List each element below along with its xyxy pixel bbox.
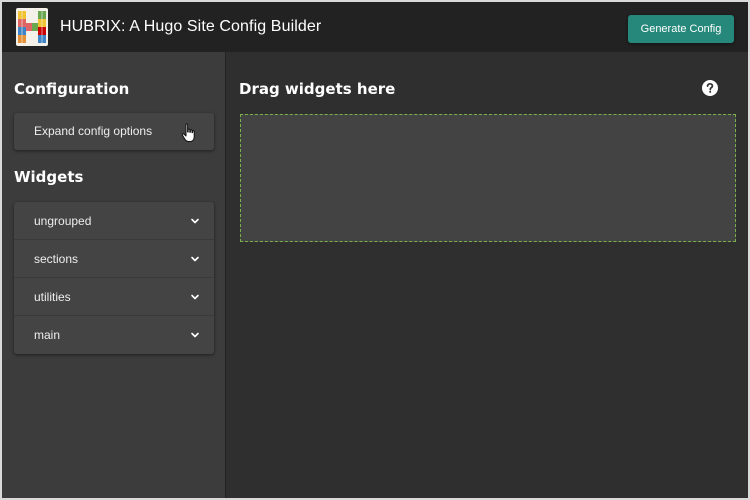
help-circle-icon[interactable]: [702, 80, 718, 96]
lego-brick-h-logo-icon: [18, 11, 46, 43]
widget-group-ungrouped[interactable]: ungrouped: [14, 202, 214, 240]
generate-config-button[interactable]: Generate Config: [628, 15, 734, 43]
chevron-down-icon: [191, 218, 199, 224]
widget-group-label: main: [34, 328, 61, 342]
chevron-down-icon: [191, 256, 199, 262]
app-window: HUBRIX: A Hugo Site Config Builder Gener…: [2, 2, 748, 498]
widget-group-main[interactable]: main: [14, 316, 214, 354]
widget-group-label: utilities: [34, 290, 71, 304]
expand-config-options-label: Expand config options: [34, 124, 153, 138]
chevron-down-icon: [191, 294, 199, 300]
sidebar: Configuration Expand config options Widg…: [2, 52, 226, 498]
widget-groups-accordion: ungrouped sections utilities main: [14, 202, 214, 354]
hubrix-logo: [16, 8, 48, 46]
widget-group-sections[interactable]: sections: [14, 240, 214, 278]
widget-group-utilities[interactable]: utilities: [14, 278, 214, 316]
widget-drop-zone[interactable]: [240, 114, 736, 242]
drag-widgets-heading: Drag widgets here: [239, 80, 396, 98]
widget-group-label: sections: [34, 252, 79, 266]
expand-config-options-button[interactable]: Expand config options: [14, 113, 214, 150]
widgets-heading: Widgets: [14, 168, 84, 186]
app-title: HUBRIX: A Hugo Site Config Builder: [60, 18, 322, 35]
main-panel: Drag widgets here: [226, 52, 748, 498]
widget-group-label: ungrouped: [34, 214, 92, 228]
top-bar: HUBRIX: A Hugo Site Config Builder Gener…: [2, 2, 748, 52]
chevron-down-icon: [191, 332, 199, 338]
configuration-heading: Configuration: [14, 80, 130, 98]
hand-pointer-cursor-icon: [181, 123, 195, 142]
